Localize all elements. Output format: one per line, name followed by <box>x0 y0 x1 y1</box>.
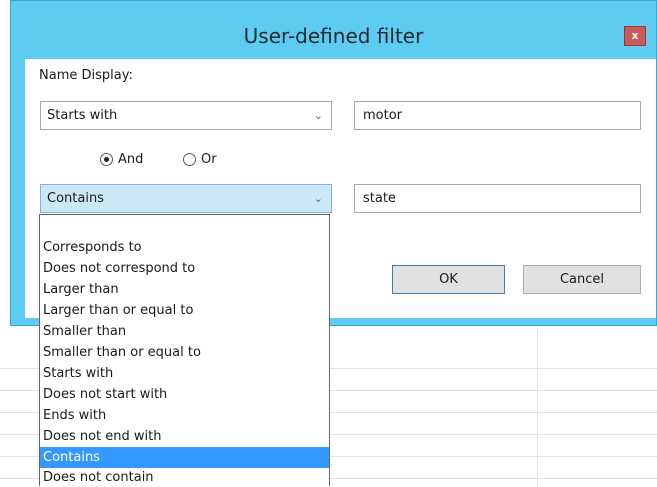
radio-checked-icon <box>100 152 113 166</box>
dropdown-option[interactable]: Smaller than <box>40 321 329 342</box>
and-label: And <box>118 151 144 167</box>
ok-button[interactable]: OK <box>392 265 505 294</box>
condition2-value-input[interactable] <box>354 184 641 213</box>
dropdown-option[interactable]: Does not correspond to <box>40 258 329 279</box>
field-label: Name Display: <box>39 68 133 83</box>
or-radio[interactable]: Or <box>183 149 217 169</box>
close-button[interactable]: x <box>624 26 646 46</box>
dropdown-option[interactable]: Ends with <box>40 405 329 426</box>
or-label: Or <box>201 151 217 167</box>
dropdown-option[interactable]: Larger than or equal to <box>40 300 329 321</box>
dropdown-option[interactable]: Corresponds to <box>40 237 329 258</box>
dropdown-option[interactable]: Does not start with <box>40 384 329 405</box>
radio-unchecked-icon <box>183 152 196 166</box>
condition1-value-input[interactable] <box>354 101 641 130</box>
cancel-button[interactable]: Cancel <box>523 265 641 294</box>
and-radio[interactable]: And <box>100 149 143 169</box>
dropdown-option[interactable]: Does not end with <box>40 426 329 447</box>
dropdown-option[interactable]: Larger than <box>40 279 329 300</box>
dropdown-option[interactable]: Starts with <box>40 363 329 384</box>
operator-dropdown-list: Corresponds to Does not correspond to La… <box>39 214 330 486</box>
dropdown-option-selected[interactable]: Contains <box>40 447 329 468</box>
grid-line <box>537 330 538 486</box>
condition1-value-field[interactable] <box>355 102 640 129</box>
dropdown-option[interactable]: Does not contain <box>40 468 329 487</box>
dropdown-option[interactable]: Smaller than or equal to <box>40 342 329 363</box>
condition2-operator-value: Contains <box>47 191 104 206</box>
condition1-operator-select[interactable]: Starts with ⌄ <box>40 101 332 130</box>
chevron-down-icon: ⌄ <box>313 109 323 122</box>
chevron-down-icon: ⌄ <box>313 192 323 205</box>
condition2-value-field[interactable] <box>355 185 640 212</box>
condition2-operator-select[interactable]: Contains ⌄ <box>40 184 332 213</box>
close-icon: x <box>631 29 639 42</box>
condition1-operator-value: Starts with <box>47 108 118 123</box>
